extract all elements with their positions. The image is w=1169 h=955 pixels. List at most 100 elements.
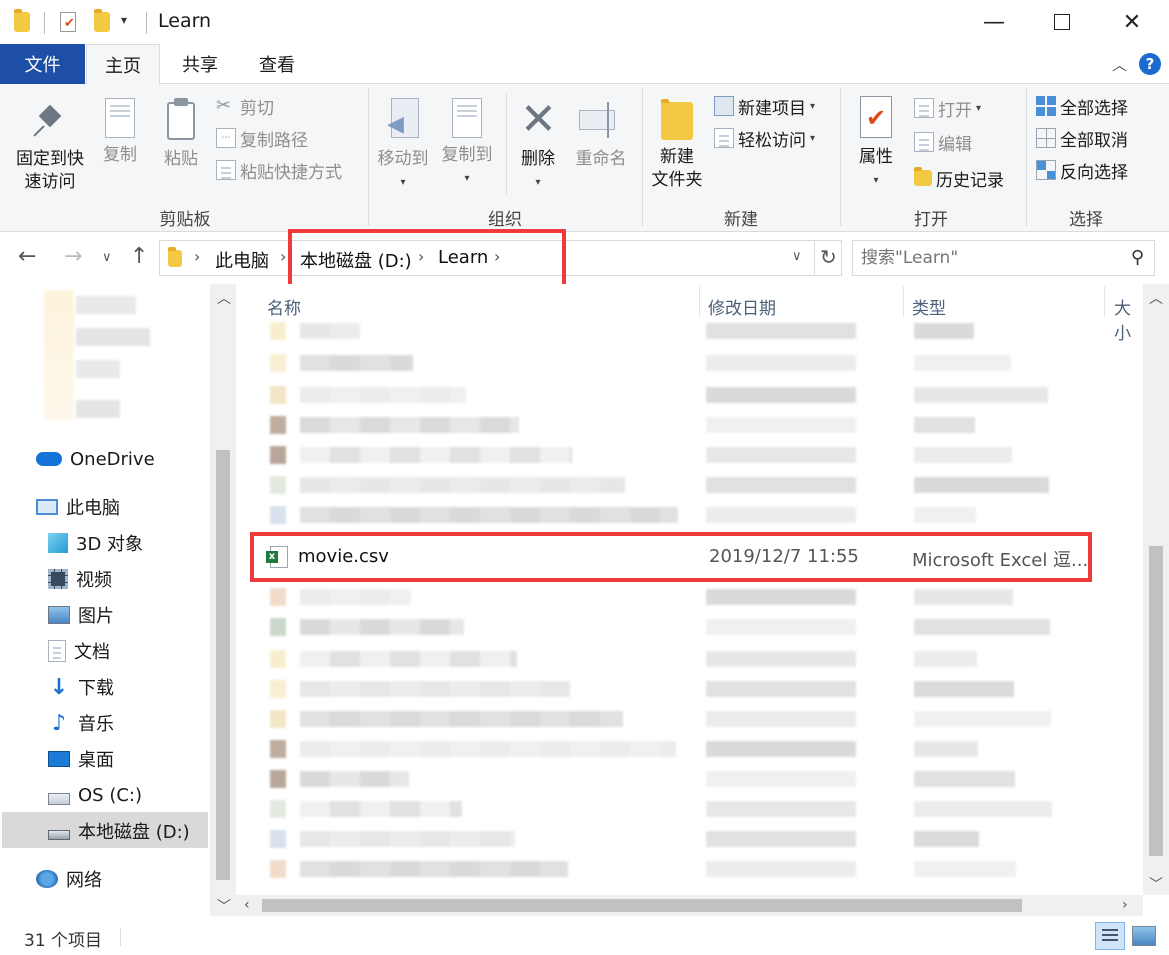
scroll-up-icon[interactable]: ︿	[1149, 288, 1163, 308]
nav-item-desktop[interactable]: 桌面	[48, 742, 114, 776]
obscured-file-name[interactable]	[300, 771, 409, 787]
nav-item-documents[interactable]: 文档	[48, 634, 110, 668]
obscured-file-name[interactable]	[300, 507, 678, 523]
quick-access-item[interactable]	[76, 296, 136, 314]
delete-button[interactable]: ✕ 删除 ▾	[512, 98, 564, 194]
invert-selection-button[interactable]: 反向选择	[1036, 156, 1128, 184]
pin-quick-access-button[interactable]: 固定到快 速访问	[10, 98, 90, 194]
obscured-file-name[interactable]	[300, 861, 568, 877]
obscured-file-name[interactable]	[300, 681, 570, 697]
obscured-file-name[interactable]	[300, 741, 676, 757]
select-none-button[interactable]: 全部取消	[1036, 124, 1128, 152]
recent-locations-icon[interactable]: ∨	[102, 250, 112, 265]
edit-button[interactable]: 编辑	[914, 128, 972, 156]
obscured-file-name[interactable]	[300, 711, 623, 727]
obscured-file-name[interactable]	[300, 619, 464, 635]
scroll-left-icon[interactable]: ‹	[244, 897, 250, 913]
nav-item-local-disk-d[interactable]: 本地磁盘 (D:)	[48, 814, 190, 848]
obscured-file-name[interactable]	[300, 801, 462, 817]
nav-item-videos[interactable]: 视频	[48, 562, 112, 596]
obscured-file-name[interactable]	[300, 447, 572, 463]
obscured-file-name[interactable]	[300, 323, 360, 339]
column-header-type[interactable]: 类型	[912, 294, 946, 319]
paste-button[interactable]: 粘贴	[152, 98, 210, 171]
breadcrumb-this-pc[interactable]: 此电脑	[215, 247, 269, 273]
tab-file[interactable]: 文件	[0, 44, 85, 84]
column-header-name[interactable]: 名称	[267, 294, 301, 319]
nav-item-downloads[interactable]: ↓ 下载	[48, 670, 114, 704]
obscured-file-name[interactable]	[300, 355, 413, 371]
nav-item-3d-objects[interactable]: 3D 对象	[48, 526, 143, 560]
obscured-file-name[interactable]	[300, 589, 411, 605]
open-button[interactable]: 打开 ▾	[914, 94, 981, 122]
help-icon[interactable]: ?	[1139, 53, 1161, 75]
refresh-icon[interactable]: ↻	[820, 245, 837, 269]
new-item-button[interactable]: 新建项目 ▾	[714, 92, 815, 120]
nav-pane-scrollbar[interactable]: ︿ ﹀	[210, 284, 236, 916]
obscured-file-name[interactable]	[300, 477, 625, 493]
column-separator[interactable]	[1104, 286, 1105, 316]
nav-pane-scroll-thumb[interactable]	[216, 450, 230, 880]
chevron-right-icon[interactable]: ›	[194, 247, 200, 266]
new-folder-icon[interactable]	[94, 9, 110, 32]
nav-item-network[interactable]: 网络	[36, 862, 102, 896]
column-separator[interactable]	[699, 286, 700, 316]
column-separator[interactable]	[903, 286, 904, 316]
group-separator	[368, 88, 369, 226]
scroll-down-icon[interactable]: ﹀	[1149, 874, 1163, 894]
qat-dropdown-icon[interactable]: ▾	[121, 13, 127, 27]
search-box[interactable]: ⚲	[852, 240, 1155, 276]
scroll-down-icon[interactable]: ﹀	[217, 896, 231, 916]
properties-button[interactable]: ✔ 属性 ▾	[846, 96, 906, 192]
maximize-button[interactable]	[1028, 0, 1096, 44]
new-folder-button[interactable]: 新建 文件夹	[646, 98, 708, 192]
obscured-file-name[interactable]	[300, 417, 519, 433]
column-header-size[interactable]: 大小	[1114, 294, 1143, 344]
horizontal-scrollbar[interactable]: ‹ ›	[236, 895, 1143, 916]
obscured-file-name[interactable]	[300, 831, 515, 847]
address-dropdown-icon[interactable]: ∨	[792, 249, 802, 264]
history-button[interactable]: 历史记录	[914, 164, 1004, 192]
obscured-file-name[interactable]	[300, 387, 466, 403]
column-header-modified[interactable]: 修改日期	[708, 294, 776, 319]
minimize-button[interactable]: —	[960, 0, 1028, 44]
nav-item-pictures[interactable]: 图片	[48, 598, 114, 632]
chevron-up-icon[interactable]: ︿	[1112, 54, 1127, 75]
tab-home[interactable]: 主页	[86, 44, 160, 85]
search-icon[interactable]: ⚲	[1131, 247, 1144, 268]
rename-button[interactable]: 重命名	[568, 98, 634, 171]
tab-share[interactable]: 共享	[166, 44, 234, 84]
copy-to-button[interactable]: 复制到 ▾	[436, 98, 498, 190]
nav-item-onedrive[interactable]: OneDrive	[36, 442, 155, 476]
quick-access-item[interactable]	[76, 400, 120, 418]
select-all-button[interactable]: 全部选择	[1036, 92, 1128, 120]
horizontal-scroll-thumb[interactable]	[262, 899, 1022, 912]
quick-access-item[interactable]	[76, 360, 120, 378]
obscured-file-name[interactable]	[300, 651, 517, 667]
quick-access-item[interactable]	[76, 328, 150, 346]
close-button[interactable]: ✕	[1098, 0, 1166, 44]
paste-shortcut-button[interactable]: 粘贴快捷方式	[216, 156, 342, 184]
forward-arrow-icon[interactable]: →	[64, 244, 82, 269]
back-arrow-icon[interactable]: ←	[18, 244, 36, 269]
up-arrow-icon[interactable]: ↑	[130, 244, 148, 269]
details-view-icon[interactable]	[1095, 922, 1125, 950]
obscured-file-icon	[270, 710, 286, 728]
copy-path-button[interactable]: ⋯ 复制路径	[216, 124, 308, 152]
nav-item-music[interactable]: ♪ 音乐	[48, 706, 114, 740]
search-input[interactable]	[861, 246, 1121, 270]
file-list-scrollbar[interactable]: ︿ ﹀	[1143, 284, 1169, 895]
nav-item-this-pc[interactable]: 此电脑	[36, 490, 120, 524]
copy-button[interactable]: 复制	[92, 98, 148, 167]
large-icons-view-icon[interactable]	[1132, 926, 1156, 946]
cut-button[interactable]: ✂ 剪切	[216, 92, 274, 120]
tab-view[interactable]: 查看	[242, 44, 312, 84]
file-list-scroll-thumb[interactable]	[1149, 546, 1163, 856]
nav-item-os-c[interactable]: OS (C:)	[48, 778, 142, 812]
move-to-button[interactable]: ◀ 移动到 ▾	[372, 98, 434, 194]
chevron-right-icon[interactable]: ›	[280, 247, 286, 266]
scroll-right-icon[interactable]: ›	[1122, 897, 1128, 913]
properties-check-icon[interactable]: ✔	[60, 12, 76, 32]
easy-access-button[interactable]: 轻松访问 ▾	[714, 124, 815, 152]
scroll-up-icon[interactable]: ︿	[217, 288, 231, 308]
